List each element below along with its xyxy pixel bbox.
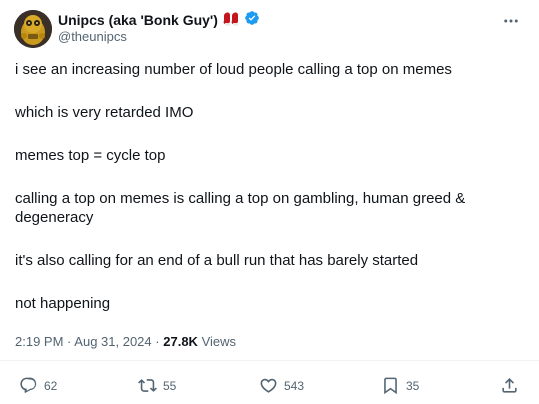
reply-button[interactable]: 62 bbox=[19, 376, 57, 395]
views-count: 27.8K bbox=[163, 334, 198, 349]
tweet-paragraph: not happening bbox=[15, 295, 111, 312]
tweet-paragraph: it's also calling for an end of a bull r… bbox=[15, 252, 419, 269]
boxing-gloves-icon bbox=[222, 10, 240, 31]
verified-badge-icon bbox=[244, 10, 260, 31]
tweet-card: Unipcs (aka 'Bonk Guy') @theunipcs i see… bbox=[0, 0, 539, 404]
repost-button[interactable]: 55 bbox=[138, 376, 176, 395]
more-options-icon[interactable] bbox=[501, 11, 521, 31]
like-button[interactable]: 543 bbox=[259, 376, 304, 395]
bookmark-icon bbox=[384, 377, 397, 395]
bookmark-count: 35 bbox=[406, 378, 420, 393]
tweet-text: i see an increasing number of loud peopl… bbox=[15, 60, 515, 337]
repost-icon bbox=[138, 379, 157, 392]
avatar-image bbox=[14, 10, 52, 48]
author-handle[interactable]: @theunipcs bbox=[58, 29, 127, 44]
reply-icon bbox=[20, 377, 37, 393]
repost-count: 55 bbox=[163, 378, 177, 393]
avatar[interactable] bbox=[14, 10, 52, 48]
meta-separator: · bbox=[67, 334, 72, 349]
tweet-paragraph: which is very retarded IMO bbox=[15, 104, 194, 121]
bookmark-button[interactable]: 35 bbox=[381, 376, 419, 395]
tweet-paragraph: i see an increasing number of loud peopl… bbox=[15, 61, 452, 78]
share-icon bbox=[502, 378, 517, 393]
share-button[interactable] bbox=[500, 376, 519, 395]
meta-separator: · bbox=[155, 334, 160, 349]
tweet-paragraph: memes top = cycle top bbox=[15, 147, 166, 164]
like-count: 543 bbox=[284, 378, 305, 393]
tweet-paragraph: calling a top on memes is calling a top … bbox=[15, 190, 466, 226]
views-label: Views bbox=[201, 334, 237, 349]
tweet-meta: 2:19 PM · Aug 31, 2024 · 27.8K Views bbox=[15, 334, 236, 349]
heart-icon bbox=[260, 378, 277, 393]
action-bar: 62 55 543 35 bbox=[0, 370, 539, 402]
reply-count: 62 bbox=[44, 378, 58, 393]
display-name-row: Unipcs (aka 'Bonk Guy') bbox=[58, 10, 260, 30]
tweet-date[interactable]: Aug 31, 2024 bbox=[74, 334, 151, 349]
tweet-time[interactable]: 2:19 PM bbox=[15, 334, 63, 349]
divider bbox=[0, 360, 539, 361]
display-name[interactable]: Unipcs (aka 'Bonk Guy') bbox=[58, 12, 218, 28]
